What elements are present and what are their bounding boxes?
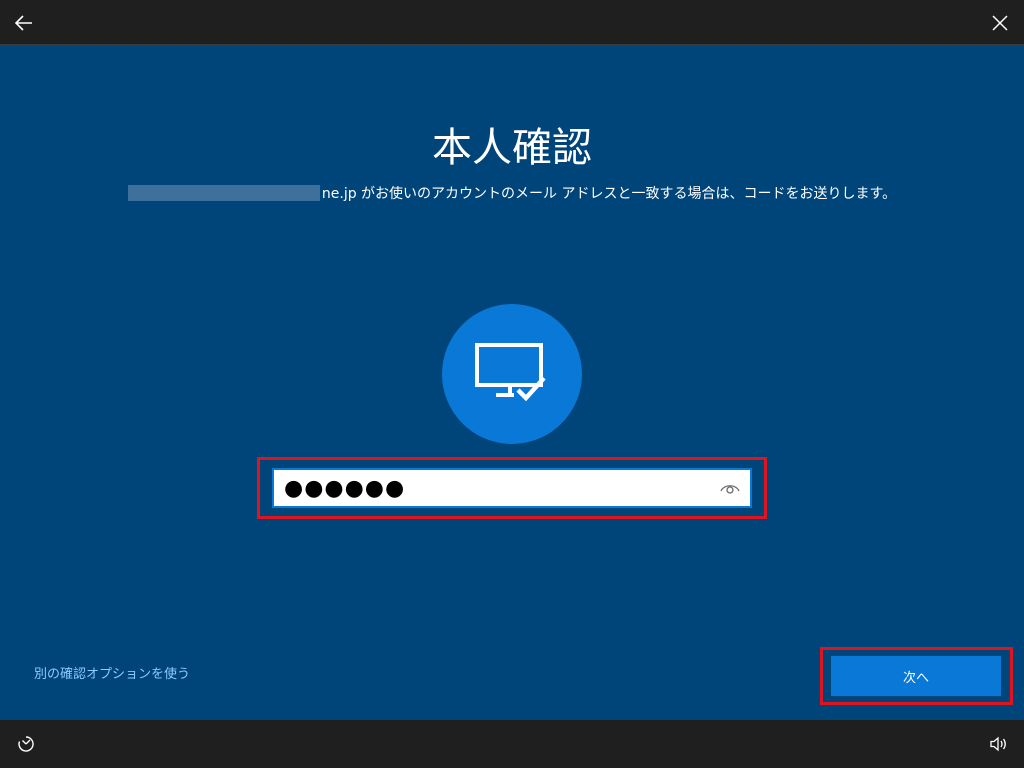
code-input[interactable] bbox=[274, 469, 710, 507]
close-button[interactable] bbox=[980, 3, 1020, 43]
arrow-left-icon bbox=[14, 15, 32, 31]
main-panel: 本人確認 ne.jp がお使いのアカウントのメール アドレスと一致する場合は、コ… bbox=[0, 46, 1024, 720]
monitor-check-icon bbox=[475, 343, 546, 402]
subtitle-text: ne.jp がお使いのアカウントのメール アドレスと一致する場合は、コードをお送… bbox=[321, 186, 897, 202]
top-bar bbox=[0, 0, 1024, 46]
ease-of-access-icon bbox=[18, 736, 34, 752]
next-button[interactable]: 次へ bbox=[831, 656, 1001, 696]
oobe-screen: 本人確認 ne.jp がお使いのアカウントのメール アドレスと一致する場合は、コ… bbox=[0, 0, 1024, 768]
back-button[interactable] bbox=[4, 3, 44, 43]
bottom-bar bbox=[0, 720, 1024, 768]
eye-icon bbox=[720, 485, 740, 494]
ease-of-access-button[interactable] bbox=[6, 724, 46, 764]
volume-button[interactable] bbox=[978, 724, 1018, 764]
close-icon bbox=[992, 15, 1008, 31]
page-title: 本人確認 bbox=[432, 125, 592, 171]
code-field bbox=[272, 468, 752, 508]
reveal-password-button[interactable] bbox=[710, 470, 750, 506]
subtitle: ne.jp がお使いのアカウントのメール アドレスと一致する場合は、コードをお送… bbox=[0, 182, 1024, 206]
alternate-verification-link[interactable]: 別の確認オプションを使う bbox=[34, 666, 190, 684]
redacted-email bbox=[127, 185, 320, 201]
volume-icon bbox=[990, 736, 1006, 752]
device-check-badge bbox=[442, 304, 582, 444]
